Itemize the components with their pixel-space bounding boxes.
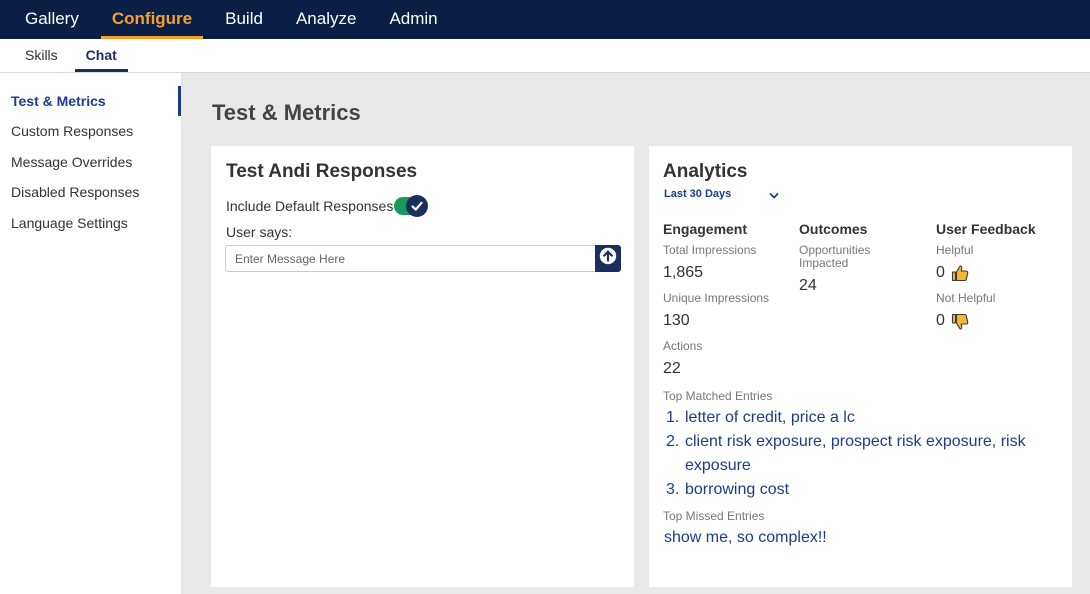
sub-nav: Skills Chat: [0, 39, 1090, 73]
sidebar-item-test-metrics[interactable]: Test & Metrics: [0, 86, 181, 116]
not-helpful-value: 0: [936, 312, 945, 329]
test-card-title: Test Andi Responses: [226, 161, 418, 182]
top-nav: Gallery Configure Build Analyze Admin: [0, 0, 1090, 39]
sidebar-item-message-overrides[interactable]: Message Overrides: [0, 147, 181, 177]
opportunities-label-line2: Impacted: [799, 256, 849, 270]
send-button[interactable]: [595, 245, 621, 272]
thumbs-down-icon: [951, 313, 969, 336]
date-range-select[interactable]: Last 30 Days: [664, 188, 731, 200]
analytics-title: Analytics: [663, 161, 748, 182]
helpful-value: 0: [936, 264, 945, 281]
arrow-up-circle-icon: [599, 247, 617, 270]
thumbs-up-icon: [951, 264, 969, 287]
actions-value: 22: [663, 360, 681, 377]
total-impressions-value: 1,865: [663, 264, 704, 281]
top-nav-tab-gallery[interactable]: Gallery: [14, 0, 90, 39]
sub-nav-tab-chat[interactable]: Chat: [74, 39, 128, 72]
sub-nav-tab-skills[interactable]: Skills: [14, 39, 69, 72]
unique-impressions-value: 130: [663, 312, 690, 329]
top-nav-tab-configure[interactable]: Configure: [100, 0, 204, 39]
total-impressions-label: Total Impressions: [663, 243, 757, 257]
check-icon: [406, 195, 428, 217]
chevron-down-icon[interactable]: [769, 188, 779, 206]
entry-text: client risk exposure, prospect risk expo…: [685, 433, 1026, 474]
sidebar-item-custom-responses[interactable]: Custom Responses: [0, 116, 181, 146]
page-title: Test & Metrics: [212, 100, 361, 125]
user-feedback-heading: User Feedback: [936, 221, 1036, 237]
unique-impressions-label: Unique Impressions: [663, 291, 770, 305]
entry-text: letter of credit, price a lc: [685, 409, 855, 426]
include-default-toggle[interactable]: [394, 195, 428, 217]
user-says-label: User says:: [226, 224, 293, 240]
top-nav-tab-admin[interactable]: Admin: [378, 0, 448, 39]
not-helpful-label: Not Helpful: [936, 291, 996, 305]
test-responses-card: Test Andi Responses Include Default Resp…: [211, 146, 634, 587]
sidebar-item-disabled-responses[interactable]: Disabled Responses: [0, 177, 181, 207]
top-nav-tab-analyze[interactable]: Analyze: [285, 0, 367, 39]
sidebar: Test & Metrics Custom Responses Message …: [0, 73, 181, 594]
message-input[interactable]: [225, 245, 596, 272]
list-item[interactable]: 2. client risk exposure, prospect risk ex…: [664, 430, 1059, 478]
analytics-card: Analytics Last 30 Days Engagement Total …: [649, 146, 1072, 587]
sidebar-item-language-settings[interactable]: Language Settings: [0, 208, 181, 238]
top-matched-label: Top Matched Entries: [663, 389, 773, 403]
engagement-heading: Engagement: [663, 221, 748, 237]
include-default-label: Include Default Responses: [226, 198, 394, 214]
actions-label: Actions: [663, 339, 703, 353]
list-item[interactable]: 1. letter of credit, price a lc: [664, 406, 1059, 430]
entry-text: borrowing cost: [685, 481, 790, 498]
top-missed-entry[interactable]: show me, so complex!!: [664, 529, 827, 547]
top-matched-list: 1. letter of credit, price a lc 2. client …: [664, 406, 1059, 502]
list-item[interactable]: 3. borrowing cost: [664, 478, 1059, 502]
opportunities-value: 24: [799, 277, 817, 294]
outcomes-heading: Outcomes: [799, 221, 868, 237]
helpful-label: Helpful: [936, 243, 974, 257]
top-missed-label: Top Missed Entries: [663, 509, 765, 523]
top-nav-tab-build[interactable]: Build: [214, 0, 274, 39]
